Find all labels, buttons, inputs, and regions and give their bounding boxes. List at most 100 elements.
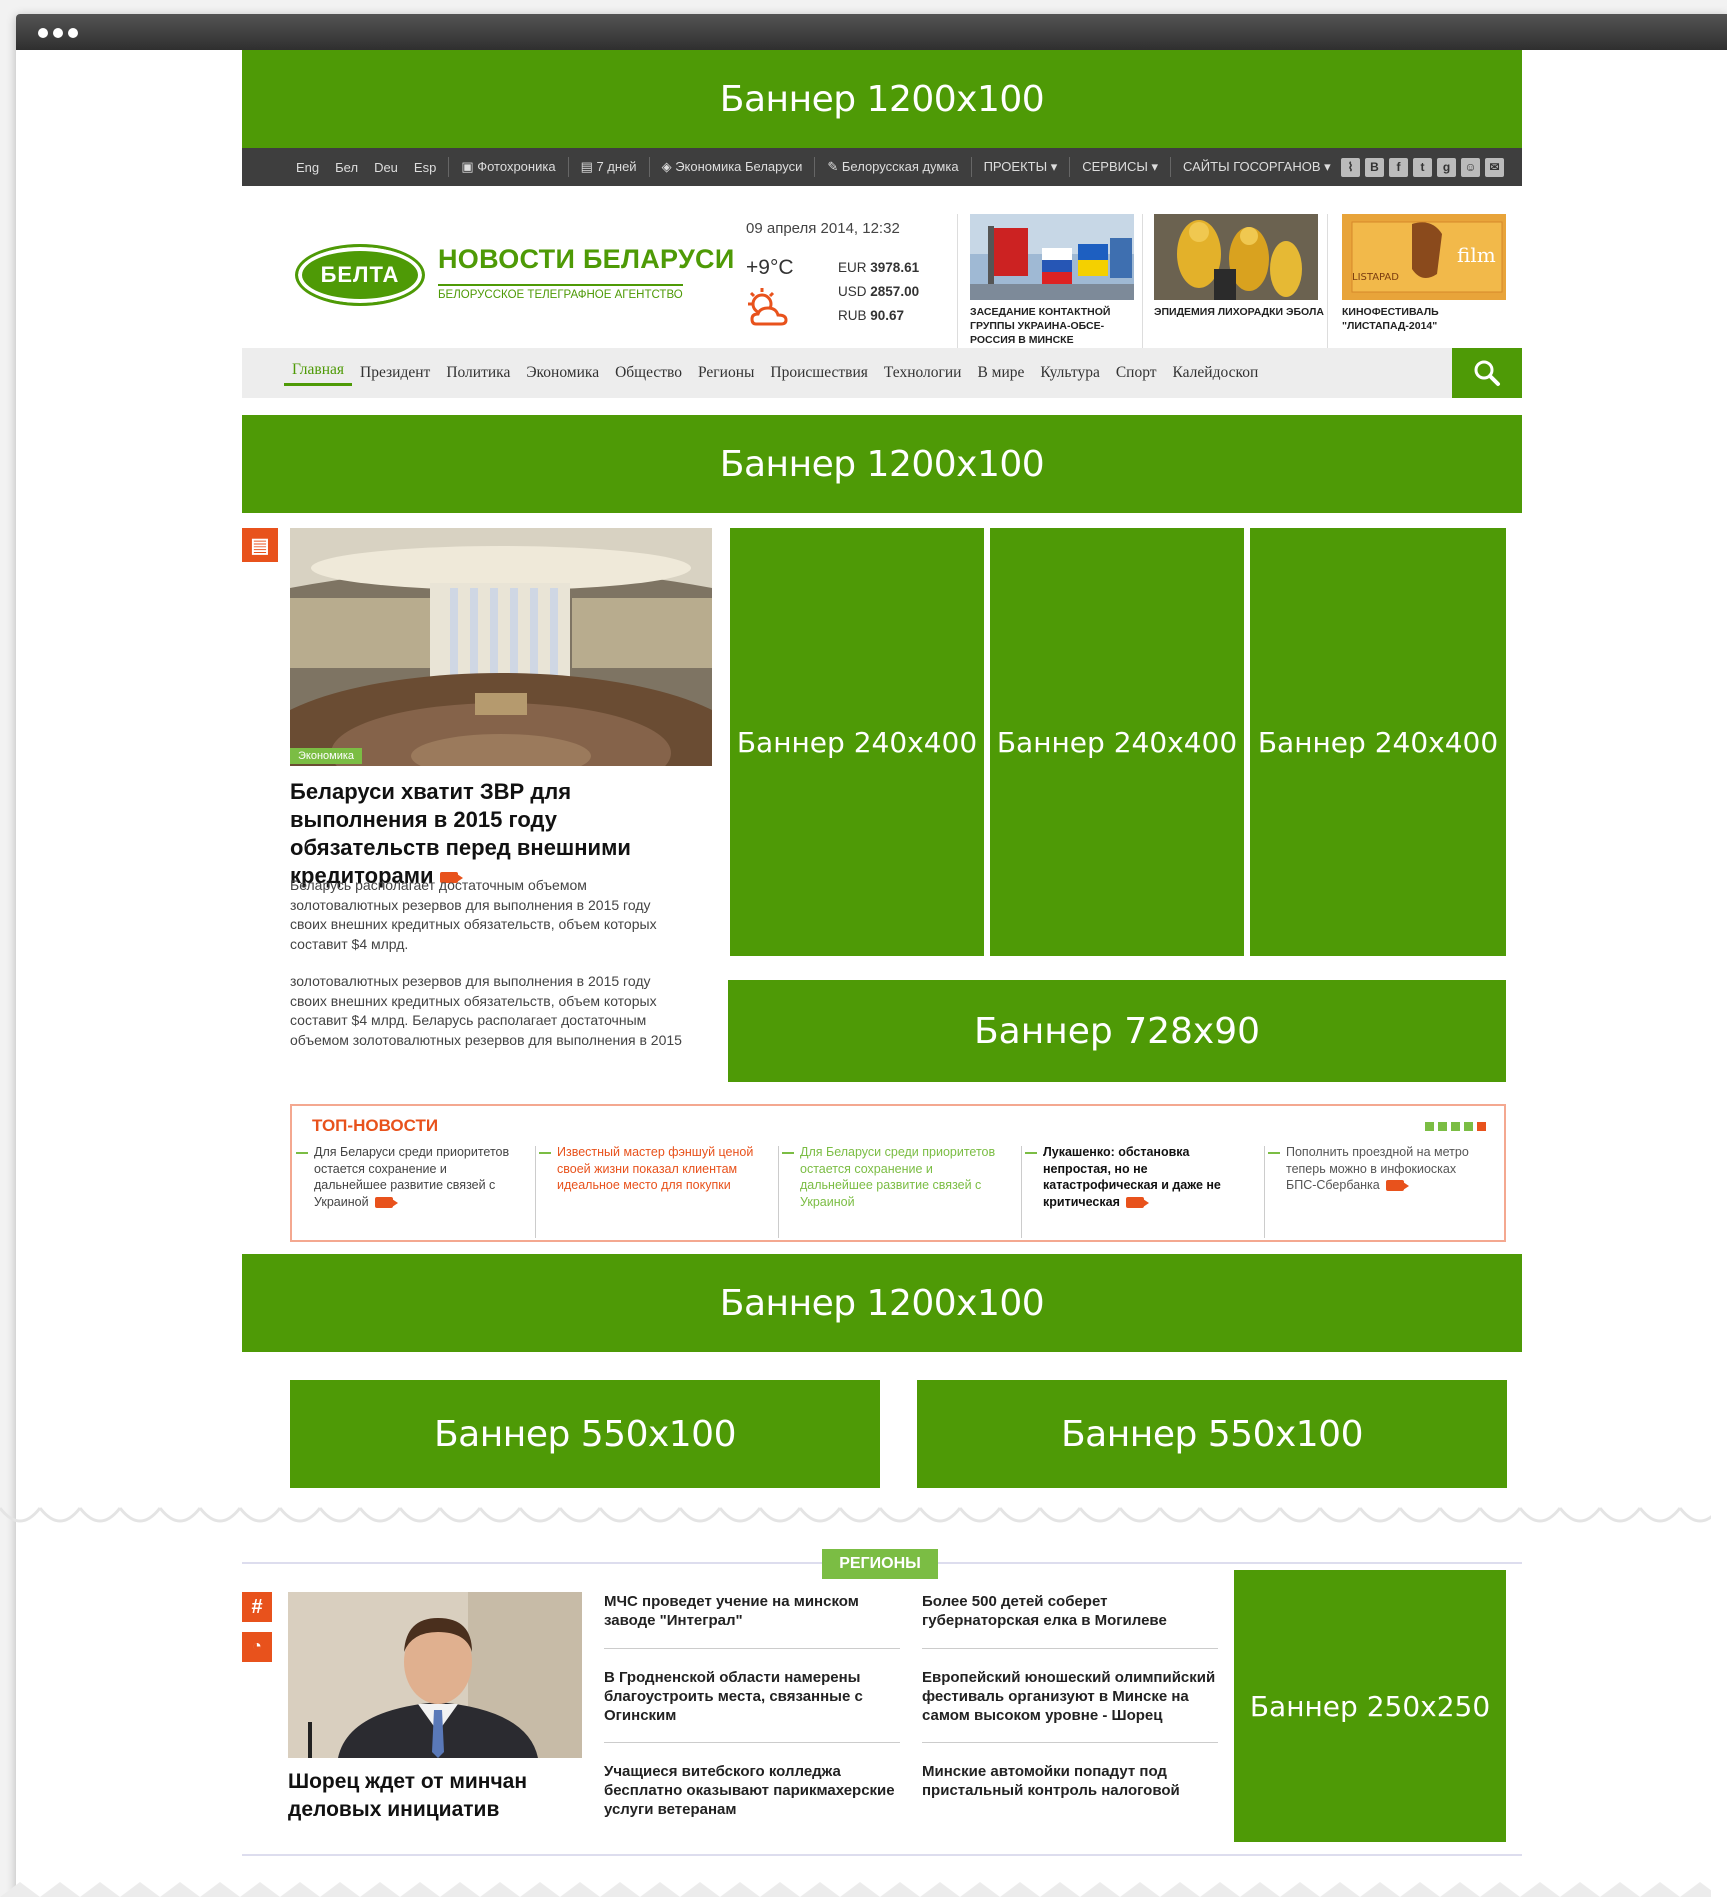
site-title[interactable]: НОВОСТИ БЕЛАРУСИ <box>438 244 735 275</box>
divider <box>814 157 816 177</box>
projects-menu[interactable]: ПРОЕКТЫ ▾ <box>976 159 1066 175</box>
news-feed-button[interactable]: ▤ <box>242 528 278 562</box>
logo-text: БЕЛТА <box>320 262 400 287</box>
temperature: +9°C <box>746 256 794 279</box>
regions-news-item[interactable]: Минские автомойки попадут под пристальны… <box>922 1762 1218 1800</box>
nav-item-president[interactable]: Президент <box>352 364 438 382</box>
rss-icon[interactable]: ⌇ <box>1341 157 1360 177</box>
divider <box>1170 157 1172 177</box>
thumb-caption[interactable]: ЗАСЕДАНИЕ КОНТАКТНОЙ ГРУППЫ УКРАИНА-ОБСЕ… <box>970 305 1140 347</box>
svg-text:film: film <box>1457 243 1496 267</box>
site-header: БЕЛТА НОВОСТИ БЕЛАРУСИ БЕЛОРУССКОЕ ТЕЛЕГ… <box>242 198 1522 358</box>
thumb-listapad[interactable]: film LISTAPAD <box>1342 214 1506 300</box>
search-icon <box>1474 360 1500 386</box>
lang-bel-link[interactable]: Бел <box>327 160 366 175</box>
nav-item-sport[interactable]: Спорт <box>1108 364 1165 382</box>
search-button[interactable] <box>1452 348 1522 398</box>
video-icon <box>1125 1196 1149 1208</box>
slider-dot[interactable] <box>1425 1122 1434 1131</box>
nav-item-culture[interactable]: Культура <box>1032 364 1107 382</box>
economy-link[interactable]: ◈ Экономика Беларуси <box>654 159 811 175</box>
nav-item-politics[interactable]: Политика <box>438 364 518 382</box>
banner-top[interactable]: Баннер 1200х100 <box>242 50 1522 148</box>
regions-news-item[interactable]: В Гродненской области намерены благоустр… <box>604 1668 900 1725</box>
rss-icon: ◔ <box>252 1638 262 1655</box>
divider <box>957 214 958 354</box>
nav-item-regions[interactable]: Регионы <box>690 364 762 382</box>
top-news-item[interactable]: Для Беларуси среди приоритетов остается … <box>292 1144 517 1238</box>
banner-mid2[interactable]: Баннер 1200х100 <box>242 1254 1522 1352</box>
banner-tall-3[interactable]: Баннер 240х400 <box>1250 528 1506 956</box>
slider-dot[interactable] <box>1438 1122 1447 1131</box>
banner-half-2[interactable]: Баннер 550х100 <box>917 1380 1507 1488</box>
rss-button[interactable]: ◔ <box>242 1632 272 1662</box>
regions-main-headline[interactable]: Шорец ждет от минчан деловых инициатив <box>288 1768 588 1824</box>
lead-photo[interactable] <box>290 528 712 766</box>
gov-sites-menu[interactable]: САЙТЫ ГОСОРГАНОВ ▾ <box>1175 159 1339 175</box>
nav-item-society[interactable]: Общество <box>607 364 690 382</box>
regions-news-item[interactable]: Европейский юношеский олимпийский фестив… <box>922 1668 1218 1725</box>
banner-tall-1[interactable]: Баннер 240х400 <box>730 528 984 956</box>
nav-item-incidents[interactable]: Происшествия <box>762 364 875 382</box>
nav-item-economy[interactable]: Экономика <box>518 364 607 382</box>
top-news-title: ТОП-НОВОСТИ <box>312 1116 439 1135</box>
flags-image <box>970 214 1134 300</box>
belta-logo[interactable]: БЕЛТА <box>295 244 425 306</box>
thumb-ebola[interactable] <box>1154 214 1318 300</box>
thumb-caption[interactable]: ЭПИДЕМИЯ ЛИХОРАДКИ ЭБОЛА <box>1154 305 1324 319</box>
slider-dot-active[interactable] <box>1477 1122 1486 1131</box>
lang-deu-link[interactable]: Deu <box>366 160 406 175</box>
photo-link-label: Фотохроника <box>477 159 556 174</box>
regions-tag[interactable]: РЕГИОНЫ <box>822 1549 938 1579</box>
thumb-caption[interactable]: КИНОФЕСТИВАЛЬ "ЛИСТАПАД-2014" <box>1342 305 1512 333</box>
photo-icon <box>1385 1180 1409 1192</box>
banner-half-1[interactable]: Баннер 550х100 <box>290 1380 880 1488</box>
divider <box>604 1648 900 1649</box>
banner-leaderboard[interactable]: Баннер 728х90 <box>728 980 1506 1082</box>
top-news-item[interactable]: Для Беларуси среди приоритетов остается … <box>778 1144 1003 1238</box>
nav-item-world[interactable]: В мире <box>969 364 1032 382</box>
nav-item-kaleidoscope[interactable]: Калейдоскоп <box>1165 364 1267 382</box>
window-dot-icon[interactable] <box>68 28 78 38</box>
regions-news-item[interactable]: Более 500 детей соберет губернаторская е… <box>922 1592 1218 1630</box>
dumka-link[interactable]: ✎ Белорусская думка <box>819 159 966 175</box>
top-news-item[interactable]: Лукашенко: обстановка непростая, но не к… <box>1021 1144 1246 1238</box>
regions-news-item[interactable]: МЧС проведет учение на минском заводе "И… <box>604 1592 900 1630</box>
regions-news-item[interactable]: Учащиеся витебского колледжа бесплатно о… <box>604 1762 900 1819</box>
photo-link[interactable]: ▣ Фотохроника <box>453 159 563 175</box>
twitter-icon[interactable]: t <box>1413 157 1432 177</box>
hashtag-button[interactable]: # <box>242 1592 272 1622</box>
banner-tall-2[interactable]: Баннер 240х400 <box>990 528 1244 956</box>
top-news-item[interactable]: Известный мастер фэншуй ценой своей жизн… <box>535 1144 760 1238</box>
site-subtitle: БЕЛОРУССКОЕ ТЕЛЕГРАФНОЕ АГЕНТСТВО <box>438 284 683 301</box>
divider <box>970 157 972 177</box>
facebook-icon[interactable]: f <box>1389 157 1408 177</box>
lang-esp-link[interactable]: Esp <box>406 160 444 175</box>
services-menu[interactable]: СЕРВИСЫ ▾ <box>1074 159 1166 175</box>
lang-eng-link[interactable]: Eng <box>288 160 327 175</box>
nav-item-main[interactable]: Главная <box>284 361 353 386</box>
currency-rates: EUR 3978.61 USD 2857.00 RUB 90.67 <box>838 256 919 328</box>
banner-square[interactable]: Баннер 250х250 <box>1234 1570 1506 1842</box>
mail-icon[interactable]: ✉ <box>1485 157 1504 177</box>
regions-bottom-divider <box>242 1854 1522 1856</box>
lead-headline[interactable]: Беларуси хватит ЗВР для выполнения в 201… <box>290 778 710 890</box>
slider-dot[interactable] <box>1464 1122 1473 1131</box>
top-news-item[interactable]: Пополнить проездной на метро теперь можн… <box>1264 1144 1489 1238</box>
regions-photo[interactable] <box>288 1592 582 1758</box>
nav-item-tech[interactable]: Технологии <box>876 364 970 382</box>
page-break-wave <box>0 1872 1711 1897</box>
slider-dot[interactable] <box>1451 1122 1460 1131</box>
banner-label: Баннер 250х250 <box>1249 1689 1491 1723</box>
category-tag[interactable]: Экономика <box>290 748 363 764</box>
odnoklassniki-icon[interactable]: ☺ <box>1461 157 1480 177</box>
seven-days-link[interactable]: ▤ 7 дней <box>573 159 645 175</box>
rate-eur: EUR 3978.61 <box>838 260 920 275</box>
window-dot-icon[interactable] <box>53 28 63 38</box>
divider <box>567 157 569 177</box>
window-dot-icon[interactable] <box>38 28 48 38</box>
google-plus-icon[interactable]: g <box>1437 157 1456 177</box>
banner-mid1[interactable]: Баннер 1200х100 <box>242 415 1522 513</box>
thumb-ukraine-flags[interactable] <box>970 214 1134 300</box>
vk-icon[interactable]: В <box>1365 157 1384 177</box>
